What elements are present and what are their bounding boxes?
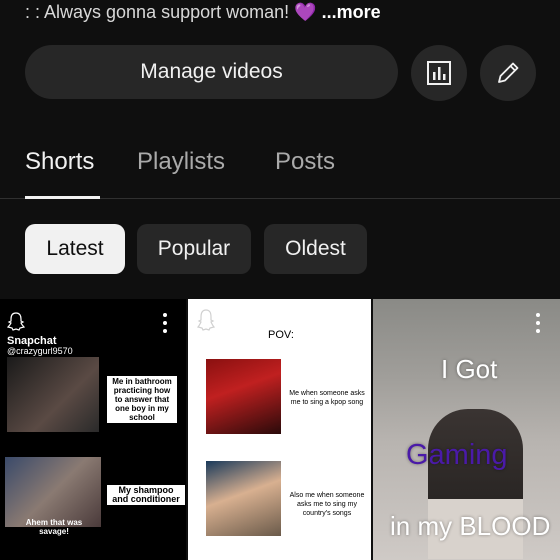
overlay-text-line-1: I Got <box>441 354 498 384</box>
meme-caption-3: Ahem that was savage! <box>25 518 83 536</box>
edit-channel-button[interactable] <box>480 45 536 101</box>
overlay-text-gaming: Gaming <box>406 439 508 471</box>
description-text: : : Always gonna support woman! <box>25 2 290 22</box>
chip-latest[interactable]: Latest <box>25 224 125 274</box>
pov-label: POV: <box>268 329 294 341</box>
short-thumbnail-3[interactable]: I Got Gaming in my BLOOD <box>373 299 560 560</box>
short-thumbnail-1[interactable]: Snapchat @crazygurl9570 Me in bathroom p… <box>0 299 186 560</box>
meme-caption-1: Me in bathroom practicing how to answer … <box>107 376 177 423</box>
snapchat-ghost-icon <box>197 309 215 331</box>
analytics-icon <box>427 61 451 85</box>
chip-oldest[interactable]: Oldest <box>264 224 367 274</box>
chip-popular[interactable]: Popular <box>137 224 251 274</box>
manage-videos-button[interactable]: Manage videos <box>25 45 398 99</box>
short-thumbnail-2[interactable]: POV: Me when someone asks me to sing a k… <box>188 299 371 560</box>
snapchat-ghost-icon <box>7 312 25 331</box>
channel-tabs: Shorts Playlists Posts <box>0 140 560 199</box>
active-tab-indicator <box>25 196 100 199</box>
short-1-menu-icon[interactable] <box>163 313 169 333</box>
short-3-menu-icon[interactable] <box>536 313 542 333</box>
meme-text-2: Also me when someone asks me to sing my … <box>289 492 365 517</box>
meme-photo-stage <box>206 359 281 434</box>
pencil-icon <box>498 62 519 83</box>
meme-caption-2: My shampoo and conditioner <box>107 485 185 505</box>
analytics-button[interactable] <box>411 45 467 101</box>
meme-photo-woman <box>7 357 99 432</box>
overlay-text-line-3: in my BLOOD <box>390 511 551 541</box>
more-link[interactable]: ...more <box>317 2 381 22</box>
tab-playlists[interactable]: Playlists <box>137 148 225 176</box>
meme-photo-laughing <box>206 461 281 536</box>
snapchat-username: @crazygurl9570 <box>7 346 73 356</box>
purple-heart-emoji: 💜 <box>294 2 317 22</box>
meme-text-1: Me when someone asks me to sing a kpop s… <box>289 390 365 406</box>
tab-posts[interactable]: Posts <box>275 148 335 176</box>
tab-shorts[interactable]: Shorts <box>25 148 94 176</box>
channel-description[interactable]: : : Always gonna support woman! 💜 ...mor… <box>25 2 381 23</box>
